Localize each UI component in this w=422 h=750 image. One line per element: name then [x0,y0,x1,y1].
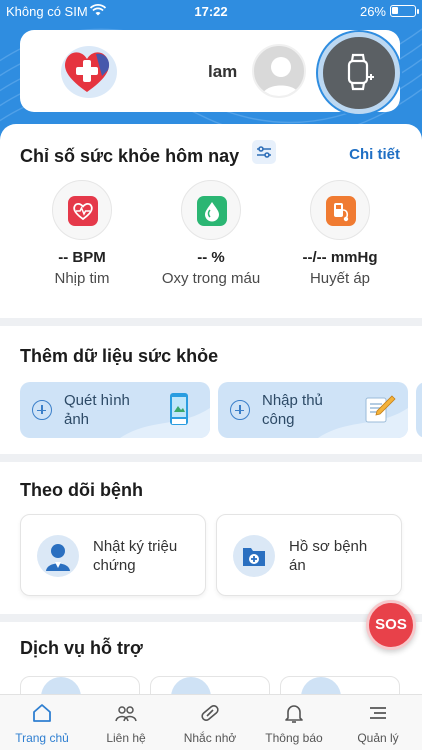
blood-drop-icon [197,196,227,226]
add-circle-icon [230,400,250,420]
health-today-title: Chỉ số sức khỏe hôm nay [20,146,240,166]
add-circle-icon [32,400,52,420]
symptom-diary-line1: Nhật ký triệu [93,538,178,555]
notepad-pencil-icon [365,395,396,423]
heart-rate-value: -- BPM [58,249,106,266]
avatar[interactable] [252,44,306,98]
home-icon [33,704,51,722]
symptom-diary-line2: chứng [93,557,136,574]
status-bar: Không có SIM 17:22 26% [0,0,422,24]
battery-percent: 26% [359,4,386,19]
sos-button[interactable]: SOS [366,600,416,650]
user-avatar-icon [262,57,300,96]
heart-rate-metric[interactable]: -- BPM Nhịp tim [22,180,142,287]
spo2-label: Oxy trong máu [161,270,261,287]
nav-contacts-label: Liên hệ [106,731,146,745]
username: lam [208,62,238,81]
nav-home-label: Trang chủ [15,731,69,745]
nav-manage-label: Quản lý [357,731,399,745]
nav-notifications-label: Thông báo [265,731,323,745]
medical-folder-icon [233,535,275,577]
medical-record-line2: án [289,557,306,574]
pill-icon [201,704,219,722]
phone-scan-icon [170,393,188,425]
filter-settings-icon[interactable] [252,140,276,164]
add-health-data-title: Thêm dữ liệu sức khỏe [20,346,219,366]
app-logo-icon [61,46,117,98]
disease-tracking-section: Theo dõi bệnh Nhật ký triệu chứng Hồ sơ … [0,462,422,614]
detail-link[interactable]: Chi tiết [349,146,400,163]
nav-reminders[interactable]: Nhắc nhở [168,699,252,745]
scan-image-button[interactable]: Quét hình ảnh [20,382,210,438]
blood-pressure-icon [326,196,356,226]
blood-pressure-value: --/-- mmHg [302,249,378,266]
manual-input-line2: công [262,411,295,428]
heart-rate-label: Nhịp tim [54,270,110,287]
support-services-title: Dịch vụ hỗ trợ [20,638,143,658]
heart-rate-icon [68,196,98,226]
health-today-section: Chỉ số sức khỏe hôm nay Chi tiết -- BPM … [0,124,422,318]
battery-icon [390,5,416,17]
menu-icon [370,707,386,719]
add-card-overflow[interactable] [416,382,422,438]
add-health-data-section: Thêm dữ liệu sức khỏe Quét hình ảnh Nhập… [0,326,422,454]
manual-input-line1: Nhập thủ [262,392,323,409]
nav-home[interactable]: Trang chủ [0,699,84,745]
medical-record-button[interactable]: Hồ sơ bệnh án [216,514,402,596]
blood-pressure-metric[interactable]: --/-- mmHg Huyết áp [280,180,400,287]
add-watch-button[interactable] [318,32,400,114]
nav-reminders-label: Nhắc nhở [183,731,237,745]
bottom-navigation: Trang chủ Liên hệ Nhắc nhở Thông báo Quả… [0,694,422,750]
symptom-diary-button[interactable]: Nhật ký triệu chứng [20,514,206,596]
doctor-icon [37,535,79,577]
disease-tracking-title: Theo dõi bệnh [20,480,143,500]
medical-record-line1: Hồ sơ bệnh [289,538,368,555]
nav-contacts[interactable]: Liên hệ [84,699,168,745]
spo2-value: -- % [197,249,225,266]
smartwatch-add-icon [347,53,374,91]
contacts-icon [115,706,137,722]
nav-manage[interactable]: Quản lý [336,699,420,745]
bell-icon [285,705,303,723]
manual-input-button[interactable]: Nhập thủ công [218,382,408,438]
status-time: 17:22 [194,4,228,19]
blood-pressure-label: Huyết áp [309,270,371,287]
nav-notifications[interactable]: Thông báo [252,699,336,745]
spo2-metric[interactable]: -- % Oxy trong máu [151,180,271,287]
